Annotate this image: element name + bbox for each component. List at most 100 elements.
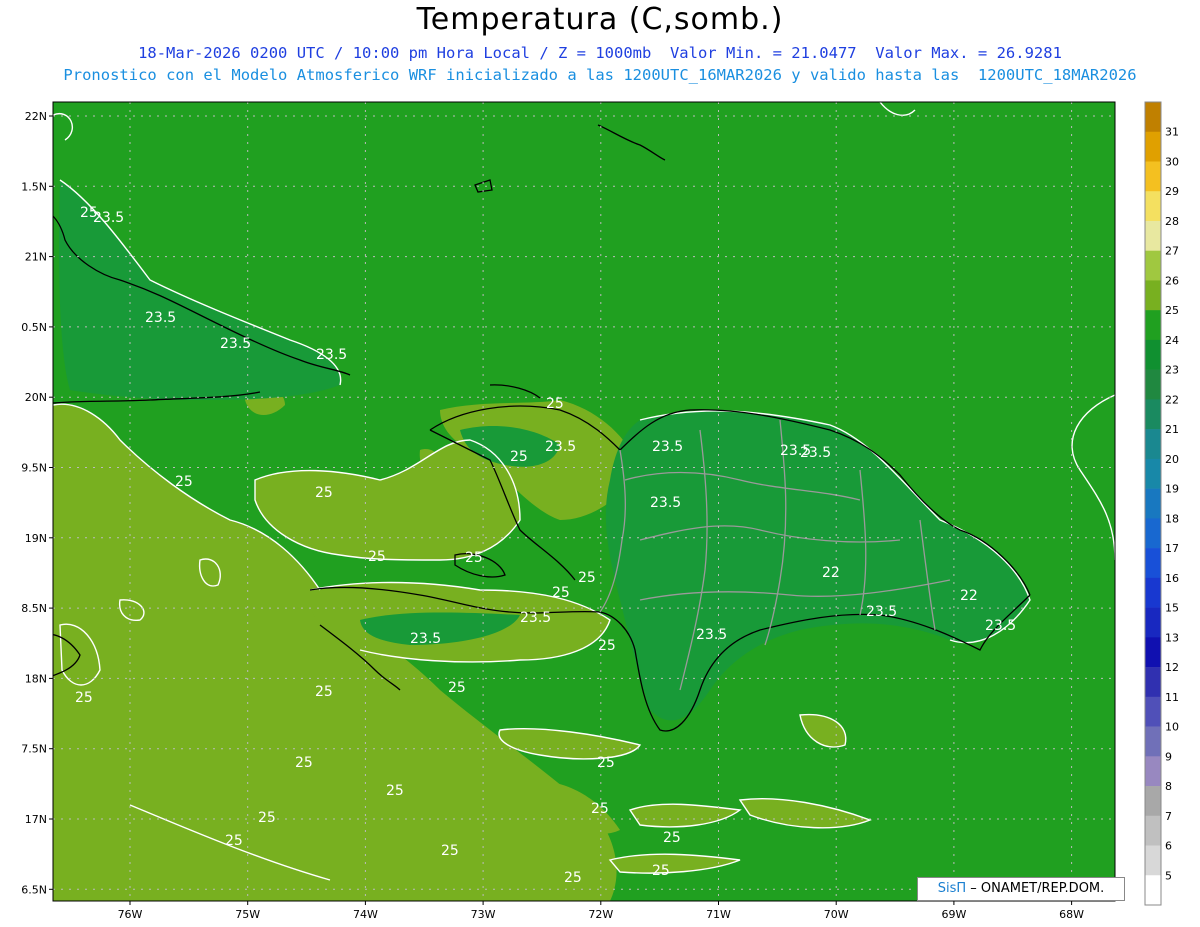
- colorbar-swatch: [1145, 280, 1161, 311]
- contour-label: 25: [258, 810, 276, 826]
- lat-label: 17N: [25, 813, 47, 826]
- contour-label: 25: [368, 549, 386, 565]
- contour-label: 23.5: [545, 439, 576, 455]
- colorbar-label: 10: [1165, 721, 1179, 734]
- colorbar-label: 12: [1165, 661, 1179, 674]
- colorbar-label: 22: [1165, 393, 1179, 406]
- colorbar-label: 21: [1165, 423, 1179, 436]
- colorbar-swatch: [1145, 607, 1161, 638]
- colorbar-label: 18: [1165, 512, 1179, 525]
- lon-label: 69W: [941, 908, 966, 921]
- contour-label: 25: [75, 690, 93, 706]
- colorbar-label: 13: [1165, 631, 1179, 644]
- contour-label: 25: [578, 570, 596, 586]
- colorbar-swatch: [1145, 875, 1161, 906]
- contour-label: 22: [960, 588, 978, 604]
- lon-label: 70W: [824, 908, 849, 921]
- contour-label: 23.5: [316, 347, 347, 363]
- colorbar-swatch: [1145, 756, 1161, 787]
- colorbar-swatch: [1145, 161, 1161, 192]
- colorbar-swatch: [1145, 815, 1161, 846]
- colorbar-label: 25: [1165, 304, 1179, 317]
- contour-label: 25: [465, 550, 483, 566]
- colorbar-swatch: [1145, 399, 1161, 430]
- lon-label: 68W: [1059, 908, 1084, 921]
- colorbar-swatch: [1145, 577, 1161, 608]
- contour-label: 22: [822, 565, 840, 581]
- contour-label: 25: [564, 870, 582, 886]
- contour-label: 23.5: [652, 439, 683, 455]
- contour-label: 23.5: [220, 336, 251, 352]
- colorbar-label: 31: [1165, 126, 1179, 139]
- sistpi-logo: SisΠ: [937, 881, 967, 896]
- contour-label: 25: [510, 449, 528, 465]
- latitude-labels: 22N 1.5N 21N 0.5N 20N 9.5N 19N 8.5N 18N 7.5N 17N 6.…: [21, 110, 47, 896]
- colorbar-swatch: [1145, 845, 1161, 876]
- credit-box: SisΠ – ONAMET/REP.DOM.: [917, 877, 1125, 901]
- colorbar-label: 29: [1165, 185, 1179, 198]
- credit-org: – ONAMET/REP.DOM.: [966, 881, 1105, 896]
- contour-label: 25: [663, 830, 681, 846]
- colorbar-label: 20: [1165, 453, 1179, 466]
- lon-label: 76W: [118, 908, 143, 921]
- colorbar-swatch: [1145, 102, 1161, 133]
- contour-label: 25: [175, 474, 193, 490]
- colorbar-label: 17: [1165, 542, 1179, 555]
- lon-label: 75W: [235, 908, 260, 921]
- lat-label: 22N: [25, 110, 47, 123]
- colorbar-swatch: [1145, 458, 1161, 489]
- contour-label: 25: [315, 684, 333, 700]
- contour-label: 25: [652, 863, 670, 879]
- contour-label: 23.5: [650, 495, 681, 511]
- colorbar-label: 27: [1165, 245, 1179, 258]
- lat-label: 6.5N: [21, 883, 47, 896]
- colorbar-label: 30: [1165, 155, 1179, 168]
- contour-label: 25: [295, 755, 313, 771]
- colorbar-swatch: [1145, 429, 1161, 460]
- lat-label: 18N: [25, 672, 47, 685]
- colorbar-swatch: [1145, 726, 1161, 757]
- contour-label: 25: [448, 680, 466, 696]
- colorbar-label: 7: [1165, 810, 1172, 823]
- lat-label: 9.5N: [21, 462, 47, 475]
- colorbar-label: 24: [1165, 334, 1179, 347]
- lat-label: 19N: [25, 532, 47, 545]
- contour-label: 23.5: [866, 604, 897, 620]
- colorbar-swatch: [1145, 637, 1161, 668]
- colorbar-swatch: [1145, 339, 1161, 370]
- colorbar-label: 6: [1165, 840, 1172, 853]
- colorbar-label: 23: [1165, 364, 1179, 377]
- colorbar-label: 16: [1165, 572, 1179, 585]
- lon-label: 72W: [588, 908, 613, 921]
- colorbar-swatch: [1145, 667, 1161, 698]
- colorbar: 31 30 29 28 27 26 25 24 23 22 21 20 19 18 17 16 15 13 12 11…: [1144, 101, 1179, 906]
- lat-label: 21N: [25, 251, 47, 264]
- contour-label: 23.5: [520, 610, 551, 626]
- contour-label: 25: [386, 783, 404, 799]
- contour-label: 25: [598, 638, 616, 654]
- contour-label: 23.5: [985, 618, 1016, 634]
- contour-label: 25: [80, 205, 98, 221]
- colorbar-label: 15: [1165, 602, 1179, 615]
- lon-label: 71W: [706, 908, 731, 921]
- colorbar-swatch: [1145, 131, 1161, 162]
- contour-label: 23.5: [780, 443, 811, 459]
- temperature-map: 23.5 23.5 23.5 23.5 25 25 23.5 25 23.5 23.5 25 23.5…: [21, 101, 1179, 921]
- colorbar-label: 8: [1165, 780, 1172, 793]
- colorbar-swatch: [1145, 488, 1161, 519]
- lon-label: 73W: [471, 908, 496, 921]
- colorbar-swatch: [1145, 310, 1161, 341]
- colorbar-label: 9: [1165, 750, 1172, 763]
- lon-label: 74W: [353, 908, 378, 921]
- colorbar-swatch: [1145, 250, 1161, 281]
- lat-label: 7.5N: [21, 743, 47, 756]
- contour-label: 25: [441, 843, 459, 859]
- lat-label: 1.5N: [21, 180, 47, 193]
- colorbar-label: 26: [1165, 274, 1179, 287]
- colorbar-label: 28: [1165, 215, 1179, 228]
- contour-label: 23.5: [145, 310, 176, 326]
- colorbar-label: 11: [1165, 691, 1179, 704]
- contour-label: 25: [225, 833, 243, 849]
- longitude-labels: 76W 75W 74W 73W 72W 71W 70W 69W 68W: [118, 908, 1085, 921]
- lat-label: 20N: [25, 391, 47, 404]
